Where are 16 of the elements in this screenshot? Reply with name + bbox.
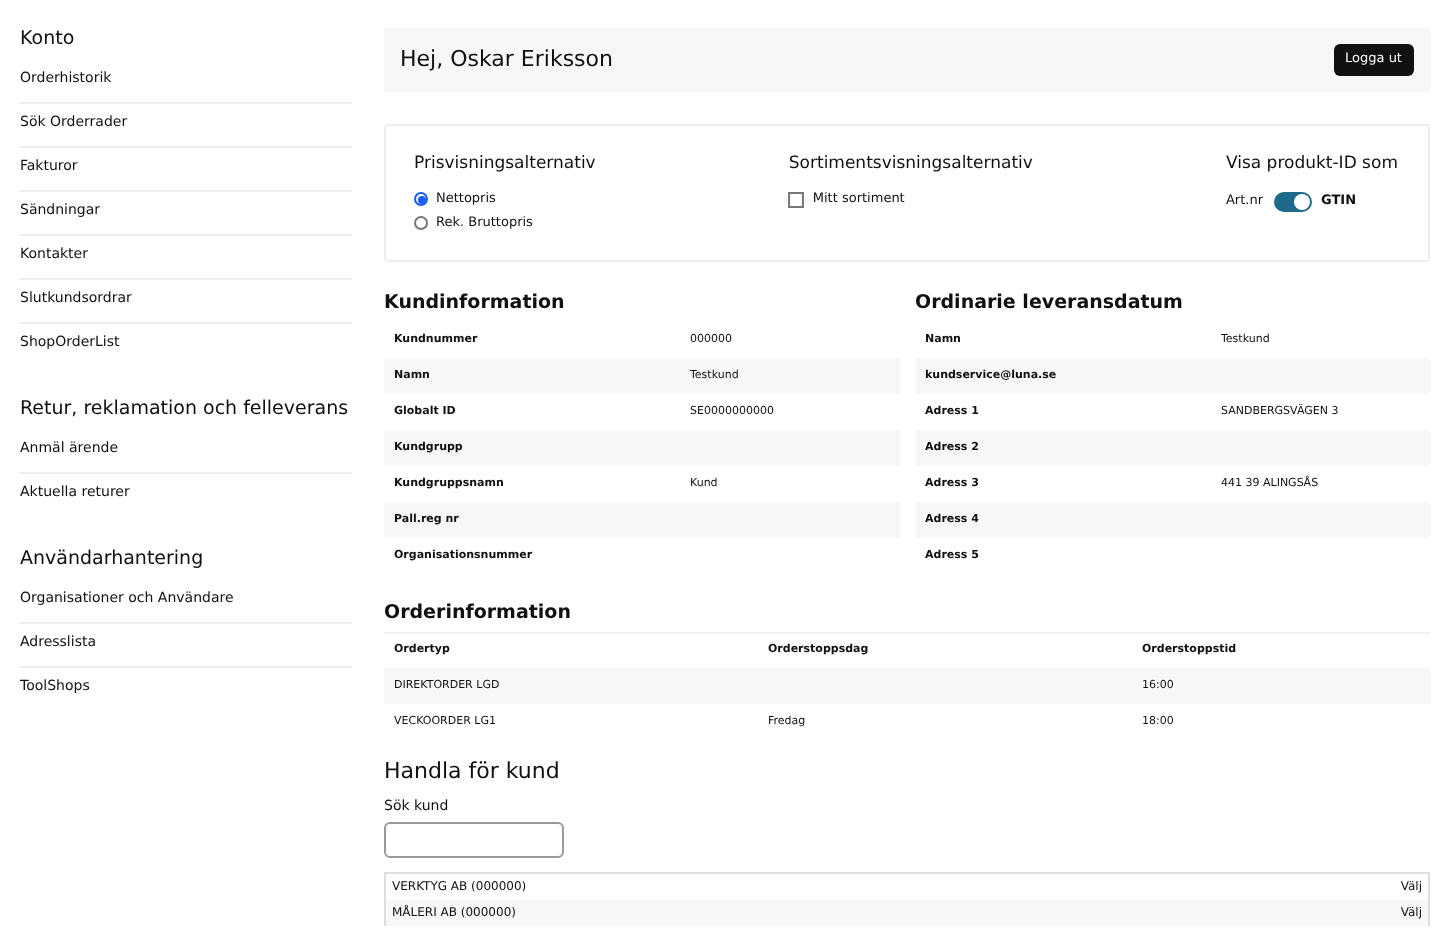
section-title: Kundinformation xyxy=(384,290,567,318)
toggle-switch[interactable] xyxy=(1273,191,1311,212)
radio-button[interactable] xyxy=(414,192,428,207)
section-title: Orderinformation xyxy=(384,600,573,628)
search-field[interactable] xyxy=(384,822,564,858)
checkbox[interactable] xyxy=(788,191,805,208)
section-title: Handla för kund xyxy=(384,758,562,788)
section-heading: Retur, reklamation och felleverans xyxy=(20,396,351,424)
setting-title: Prisvisningsalternativ xyxy=(414,152,596,178)
radio-button[interactable] xyxy=(414,216,428,231)
setting-title: Sortimentsvisningsalternativ xyxy=(788,152,1033,178)
setting-title: Visa produkt-ID som xyxy=(1225,152,1398,178)
section-title: Ordinarie leveransdatum xyxy=(915,290,1185,318)
section-heading: Användarhantering xyxy=(20,546,206,574)
section-heading: Konto xyxy=(20,26,77,54)
greeting: Hej, Oskar Eriksson xyxy=(400,43,613,76)
